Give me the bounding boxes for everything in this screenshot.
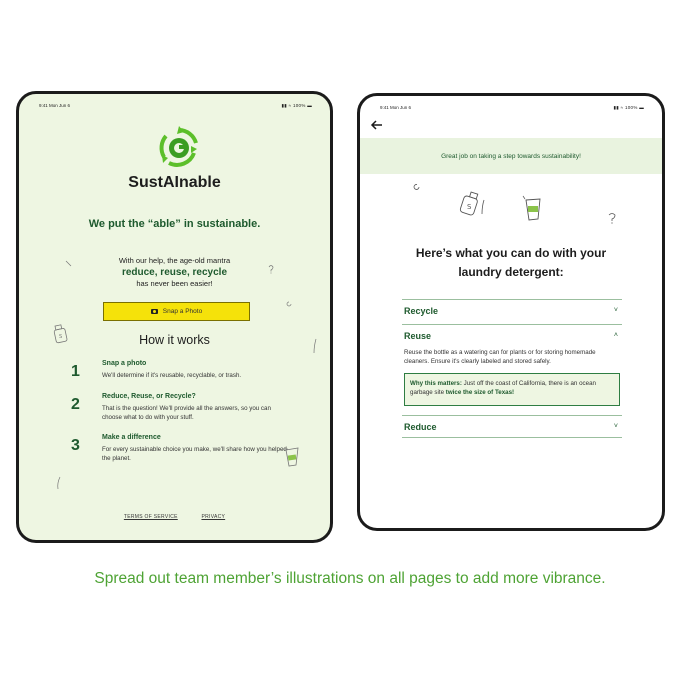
- squiggle-doodle-icon: [65, 260, 72, 267]
- step-number: 2: [71, 396, 80, 413]
- success-banner: Great job on taking a step towards susta…: [360, 138, 662, 174]
- tablet-result-screen: 9:41 Mon Jun 6 ▮▮ ≈ 100% ▬ Great job on …: [357, 93, 665, 531]
- status-time: 9:41 Mon Jun 6: [39, 103, 71, 108]
- status-bar: 9:41 Mon Jun 6 ▮▮ ≈ 100% ▬: [19, 100, 330, 110]
- tagline: We put the “able” in sustainable.: [88, 218, 261, 230]
- recycle-logo-icon: [159, 126, 198, 167]
- snap-photo-button[interactable]: Snap a Photo: [103, 302, 250, 321]
- svg-text:S: S: [467, 203, 472, 211]
- accordion-label: Recycle: [404, 306, 439, 316]
- why-label: Why this matters:: [410, 380, 462, 387]
- step-number: 1: [71, 363, 80, 380]
- camera-icon: [150, 309, 158, 314]
- slide-caption: Spread out team member’s illustrations o…: [94, 570, 606, 587]
- tablet-home-screen: 9:41 Mon Jun 6 ▮▮ ≈ 100% ▬ SustAInable W…: [16, 91, 333, 543]
- step-title: Snap a photo: [102, 360, 147, 367]
- why-bold-text: twice the size of Texas!: [445, 389, 515, 396]
- question-mark-doodle-icon: [608, 213, 616, 224]
- brand-title: SustAInable: [128, 174, 221, 191]
- swirl-doodle-icon: [286, 301, 292, 307]
- svg-text:S: S: [59, 334, 62, 340]
- intro-line2: has never been easier!: [136, 279, 213, 288]
- footer-links: TERMS OF SERVICE PRIVACY: [19, 514, 330, 520]
- reuse-description: Reuse the bottle as a watering can for p…: [404, 349, 596, 365]
- status-time: 9:41 Mon Jun 6: [380, 105, 412, 110]
- detergent-bottle-doodle-icon: S: [53, 324, 68, 344]
- terms-of-service-link[interactable]: TERMS OF SERVICE: [124, 514, 178, 520]
- swirl-doodle-icon: [413, 184, 420, 190]
- intro-line1: With our help, the age-old mantra: [118, 256, 231, 265]
- detergent-bottle-doodle-icon: S: [459, 191, 485, 216]
- step-description: We'll determine if it's reusable, recycl…: [102, 372, 242, 379]
- accordion-recycle[interactable]: Recycle ˅: [402, 299, 622, 321]
- step-title: Reduce, Reuse, or Recycle?: [102, 393, 196, 400]
- chevron-down-icon: ˅: [613, 307, 618, 314]
- accordion-label: Reuse: [404, 331, 432, 341]
- stroke-doodle-icon: [313, 338, 317, 354]
- accordion-reduce[interactable]: Reduce ˅: [402, 415, 622, 438]
- step-number: 3: [71, 437, 80, 454]
- step-description: For every sustainable choice you make, w…: [102, 446, 287, 462]
- accordion-reuse[interactable]: Reuse ˄: [402, 324, 622, 346]
- status-bar: 9:41 Mon Jun 6 ▮▮ ≈ 100% ▬: [360, 102, 662, 112]
- heading-line2: laundry detergent:: [458, 265, 564, 279]
- privacy-link[interactable]: PRIVACY: [201, 514, 225, 520]
- why-this-matters-box: Why this matters: Just off the coast of …: [404, 373, 620, 406]
- snap-photo-label: Snap a Photo: [162, 308, 203, 315]
- question-mark-doodle-icon: [268, 265, 274, 274]
- heading-line1: Here’s what you can do with your: [415, 246, 607, 260]
- chevron-down-icon: ˅: [613, 423, 618, 430]
- status-system-icons: ▮▮ ≈ 100% ▬: [613, 105, 644, 110]
- status-system-icons: ▮▮ ≈ 100% ▬: [281, 103, 312, 108]
- back-arrow-icon[interactable]: [370, 118, 384, 132]
- cup-doodle-icon: [283, 447, 299, 467]
- chevron-up-icon: ˄: [613, 332, 618, 339]
- stroke-doodle-icon: [57, 476, 61, 490]
- cup-doodle-icon: [522, 195, 541, 221]
- result-heading: Here’s what you can do with your laundry…: [380, 244, 642, 282]
- step-title: Make a difference: [102, 434, 161, 441]
- accordion-label: Reduce: [404, 422, 437, 432]
- step-description: That is the question! We'll provide all …: [102, 405, 271, 421]
